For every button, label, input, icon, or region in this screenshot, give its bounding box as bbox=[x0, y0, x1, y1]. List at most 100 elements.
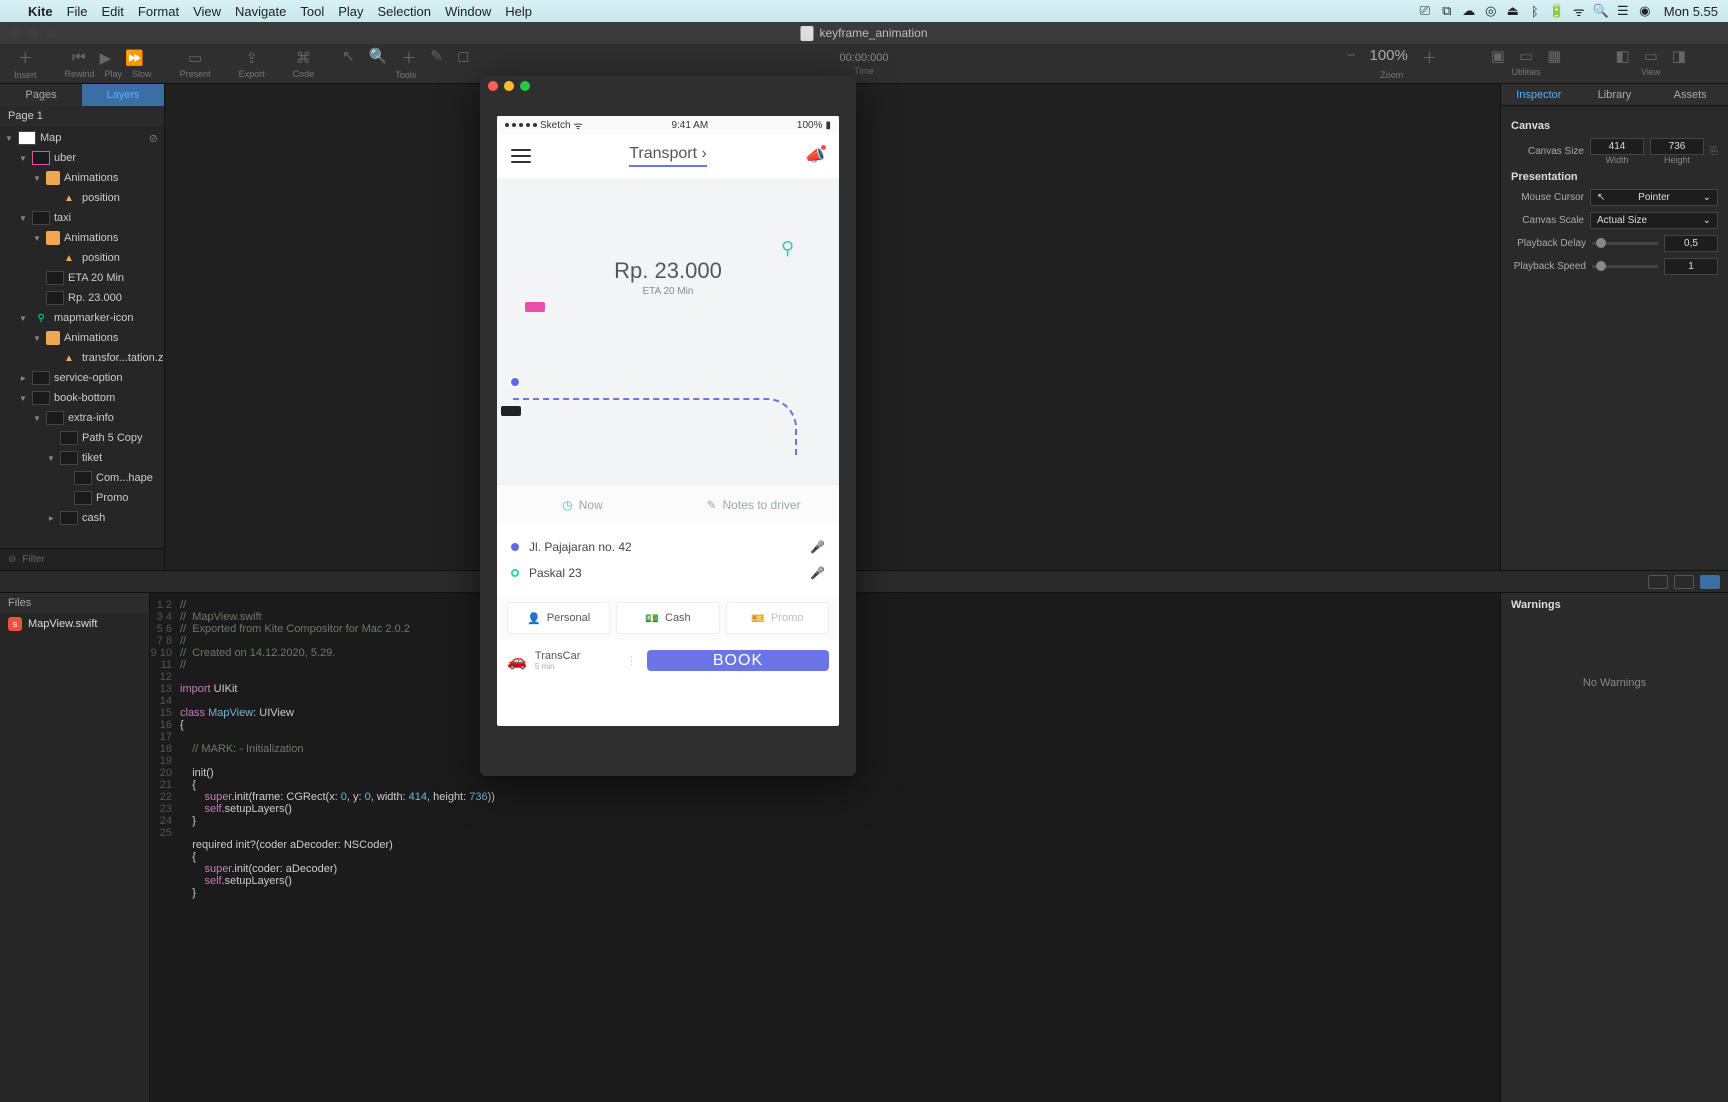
file-item[interactable]: s MapView.swift bbox=[0, 613, 149, 635]
more-icon[interactable]: ⋮ bbox=[626, 654, 637, 667]
disclosure-triangle-icon[interactable]: ▼ bbox=[19, 373, 28, 383]
view-toggle[interactable] bbox=[1674, 575, 1694, 589]
add-icon[interactable]: ＋ bbox=[401, 47, 416, 68]
menu-icon[interactable] bbox=[511, 149, 531, 163]
window-minimize-button[interactable] bbox=[28, 28, 39, 39]
menu-view[interactable]: View bbox=[193, 4, 221, 19]
map-view[interactable]: Rp. 23.000 ETA 20 Min ⚲ bbox=[497, 178, 839, 484]
disclosure-triangle-icon[interactable]: ▼ bbox=[18, 214, 28, 223]
car-select[interactable]: 🚗 TransCar5 min ⋮ bbox=[507, 650, 637, 671]
view-icon[interactable]: ◧ bbox=[1615, 47, 1629, 65]
shape-icon[interactable]: ◻ bbox=[457, 47, 469, 68]
search-icon[interactable]: 🔍 bbox=[369, 47, 388, 68]
notes-button[interactable]: ✎ Notes to driver bbox=[668, 485, 839, 524]
tab-layers[interactable]: Layers bbox=[82, 84, 164, 106]
menubar-clock[interactable]: Mon 5.55 bbox=[1664, 4, 1718, 19]
disclosure-triangle-icon[interactable]: ▼ bbox=[32, 174, 42, 183]
playback-speed-slider[interactable] bbox=[1592, 265, 1658, 268]
menu-selection[interactable]: Selection bbox=[378, 4, 431, 19]
zoom-in-icon[interactable]: ＋ bbox=[1422, 47, 1437, 68]
layer-row[interactable]: ▼tiket bbox=[0, 448, 164, 468]
playback-speed-input[interactable]: 1 bbox=[1664, 258, 1718, 275]
layer-row[interactable]: ▼Animations bbox=[0, 328, 164, 348]
book-button[interactable]: BOOK bbox=[647, 650, 829, 671]
bluetooth-icon[interactable]: ᛒ bbox=[1524, 4, 1546, 19]
panel-icon[interactable]: ▣ bbox=[1491, 47, 1505, 65]
window-zoom-button[interactable] bbox=[46, 28, 57, 39]
page-header[interactable]: Page 1 bbox=[0, 106, 164, 126]
tab-inspector[interactable]: Inspector bbox=[1501, 84, 1577, 105]
cloud-icon[interactable]: ☁ bbox=[1458, 3, 1480, 19]
layer-row[interactable]: ▲position bbox=[0, 188, 164, 208]
layer-row[interactable]: ▼Map⊘ bbox=[0, 128, 164, 148]
destination-row[interactable]: Paskal 23 🎤 bbox=[511, 560, 825, 586]
preview-titlebar[interactable] bbox=[480, 76, 856, 96]
layer-row[interactable]: ▼extra-info bbox=[0, 408, 164, 428]
pen-icon[interactable]: ✎ bbox=[430, 47, 443, 68]
pointer-icon[interactable]: ↖ bbox=[342, 47, 355, 68]
canvas-scale-select[interactable]: Actual Size⌄ bbox=[1590, 212, 1718, 229]
filter-row[interactable]: ⊘ Filter bbox=[0, 548, 164, 570]
layer-row[interactable]: ▼uber bbox=[0, 148, 164, 168]
menu-edit[interactable]: Edit bbox=[102, 4, 124, 19]
lock-icon[interactable]: ⎘ bbox=[1710, 146, 1718, 157]
mic-icon[interactable]: 🎤 bbox=[810, 540, 825, 554]
menu-format[interactable]: Format bbox=[138, 4, 179, 19]
menu-file[interactable]: File bbox=[67, 4, 88, 19]
layer-tree[interactable]: ▼Map⊘▼uber▼Animations▲position▼taxi▼Anim… bbox=[0, 126, 164, 548]
announcement-icon[interactable]: 📣 bbox=[805, 146, 825, 166]
layer-row[interactable]: Path 5 Copy bbox=[0, 428, 164, 448]
layer-row[interactable]: ▼cash bbox=[0, 508, 164, 528]
rewind-icon[interactable]: ⏮ bbox=[72, 49, 86, 67]
disclosure-triangle-icon[interactable]: ▼ bbox=[18, 314, 28, 323]
menu-help[interactable]: Help bbox=[505, 4, 532, 19]
payment-option[interactable]: 💵 Cash bbox=[616, 602, 719, 634]
tab-pages[interactable]: Pages bbox=[0, 84, 82, 106]
menu-play[interactable]: Play bbox=[338, 4, 363, 19]
spotlight-icon[interactable]: 🔍 bbox=[1590, 3, 1612, 19]
disclosure-triangle-icon[interactable]: ▼ bbox=[46, 454, 56, 463]
panel-icon[interactable]: ▦ bbox=[1547, 47, 1561, 65]
disclosure-triangle-icon[interactable]: ▼ bbox=[47, 513, 56, 523]
layer-row[interactable]: Rp. 23.000 bbox=[0, 288, 164, 308]
schedule-now-button[interactable]: ◷ Now bbox=[497, 485, 668, 524]
promo-option[interactable]: 🎫 Promo bbox=[726, 602, 829, 634]
layer-row[interactable]: ▼taxi bbox=[0, 208, 164, 228]
disclosure-triangle-icon[interactable]: ▼ bbox=[32, 334, 42, 343]
disclosure-triangle-icon[interactable]: ▼ bbox=[18, 154, 28, 163]
layer-row[interactable]: Com...hape bbox=[0, 468, 164, 488]
view-icon[interactable]: ▭ bbox=[1644, 47, 1658, 65]
disclosure-triangle-icon[interactable]: ▼ bbox=[18, 394, 28, 403]
play-icon[interactable]: ▶ bbox=[100, 49, 112, 67]
mouse-cursor-select[interactable]: ↖Pointer⌄ bbox=[1590, 189, 1718, 206]
layer-row[interactable]: ▼service-option bbox=[0, 368, 164, 388]
wifi-icon[interactable]: ᯤ bbox=[1568, 2, 1590, 20]
dropbox-icon[interactable]: ⧉ bbox=[1436, 3, 1458, 19]
mic-icon[interactable]: 🎤 bbox=[810, 566, 825, 580]
preview-minimize-button[interactable] bbox=[504, 81, 514, 91]
zoom-out-icon[interactable]: − bbox=[1347, 47, 1356, 68]
disclosure-triangle-icon[interactable]: ▼ bbox=[32, 414, 42, 423]
menu-window[interactable]: Window bbox=[445, 4, 491, 19]
canvas-width-input[interactable]: 414 bbox=[1590, 138, 1644, 155]
layer-row[interactable]: ▼book-bottom bbox=[0, 388, 164, 408]
layer-row[interactable]: ▼⚲mapmarker-icon bbox=[0, 308, 164, 328]
layer-row[interactable]: ▼Animations bbox=[0, 228, 164, 248]
view-icon[interactable]: ◨ bbox=[1672, 47, 1686, 65]
app-name[interactable]: Kite bbox=[28, 4, 53, 19]
layer-row[interactable]: ▲transfor...tation.z bbox=[0, 348, 164, 368]
view-toggle[interactable] bbox=[1648, 575, 1668, 589]
battery-icon[interactable]: 🔋 bbox=[1546, 3, 1568, 19]
window-close-button[interactable] bbox=[10, 28, 21, 39]
disclosure-triangle-icon[interactable]: ▼ bbox=[4, 134, 14, 143]
tab-assets[interactable]: Assets bbox=[1652, 84, 1728, 105]
toolbar-insert[interactable]: ＋ Insert bbox=[14, 47, 37, 80]
control-center-icon[interactable]: ☰ bbox=[1612, 3, 1634, 19]
playback-delay-slider[interactable] bbox=[1592, 242, 1658, 245]
disclosure-triangle-icon[interactable]: ▼ bbox=[32, 234, 42, 243]
menu-tool[interactable]: Tool bbox=[300, 4, 324, 19]
playback-delay-input[interactable]: 0,5 bbox=[1664, 235, 1718, 252]
toolbar-present[interactable]: ▭ Present bbox=[180, 49, 211, 79]
layer-row[interactable]: ▲position bbox=[0, 248, 164, 268]
slow-icon[interactable]: ⏩ bbox=[125, 49, 144, 67]
